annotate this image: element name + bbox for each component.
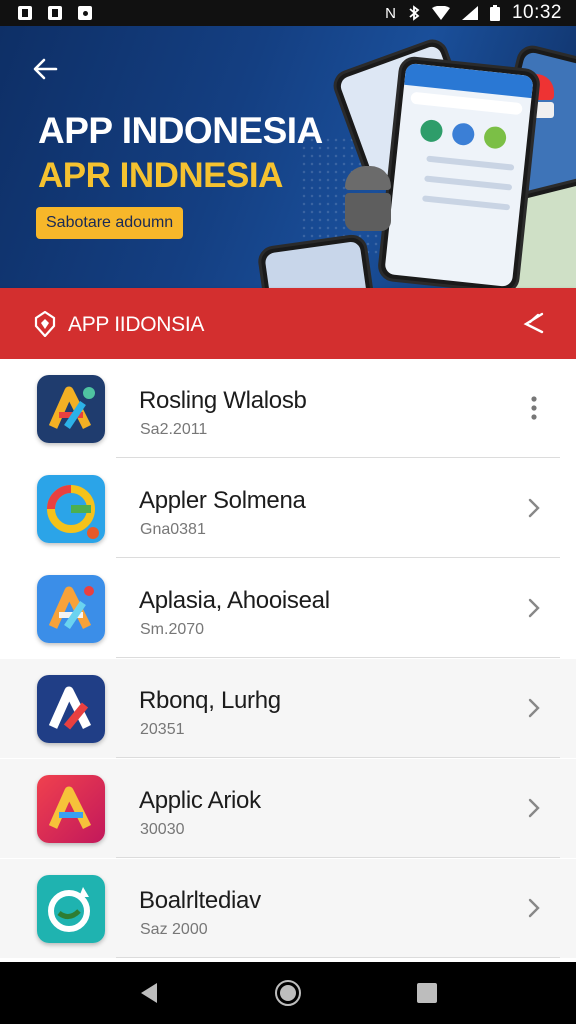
app-meta: Sm.2070	[140, 621, 205, 638]
banner-cta-button[interactable]: Sabotare adoumn	[36, 207, 184, 239]
signal-icon	[461, 6, 478, 20]
more-vert-icon[interactable]	[524, 395, 544, 421]
android-robot-icon	[338, 166, 398, 242]
app-meta: Sa2.2011	[140, 421, 208, 438]
system-nav-bar	[0, 962, 576, 1024]
app-a-icon	[37, 675, 105, 743]
list-item[interactable]: Rosling Wlalosb Sa2.2011	[0, 359, 576, 458]
app-a-icon	[37, 375, 105, 443]
divider	[116, 957, 560, 958]
chevron-right-icon[interactable]	[524, 595, 544, 621]
divider	[116, 757, 560, 758]
app-name: Applic Ariok	[139, 787, 261, 814]
chevron-right-icon[interactable]	[524, 495, 544, 521]
app-name: Rosling Wlalosb	[139, 387, 307, 414]
app-meta: Saz 2000	[140, 921, 208, 938]
list-item[interactable]: Appler Solmena Gna0381	[0, 459, 576, 558]
chevron-right-icon[interactable]	[524, 695, 544, 721]
app-chat-icon	[37, 875, 105, 943]
nav-back-icon[interactable]	[129, 973, 169, 1013]
app-g-icon	[37, 475, 105, 543]
nfc-icon: N	[385, 4, 396, 22]
app-bar-title: APP IIDONSIA	[68, 313, 205, 336]
banner-phone-mockup	[376, 55, 542, 288]
share-icon[interactable]	[520, 310, 546, 336]
list-item[interactable]: Aplasia, Ahooiseal Sm.2070	[0, 559, 576, 658]
app-a-icon	[37, 575, 105, 643]
app-list: Rosling Wlalosb Sa2.2011 Appler Solmena …	[0, 359, 576, 962]
hero-banner: APP INDONESIA APR INDNESIA Sabotare adou…	[0, 26, 576, 288]
app-name: Rbonq, Lurhg	[139, 687, 281, 714]
divider	[116, 657, 560, 658]
app-meta: 20351	[140, 721, 185, 738]
list-item[interactable]: Rbonq, Lurhg 20351	[0, 659, 576, 758]
notification-n-icon	[18, 6, 32, 20]
banner-title: APP INDONESIA	[38, 110, 323, 151]
notification-a-icon	[48, 6, 62, 20]
chevron-right-icon[interactable]	[524, 795, 544, 821]
notification-photo-icon	[78, 6, 92, 20]
app-name: Aplasia, Ahooiseal	[139, 587, 330, 614]
battery-icon	[489, 5, 500, 21]
banner-subtitle: APR INDNESIA	[38, 156, 283, 195]
wifi-icon	[431, 6, 450, 20]
divider	[116, 857, 560, 858]
app-meta: Gna0381	[140, 521, 206, 538]
status-bar: N 10:32	[0, 0, 576, 26]
divider	[116, 457, 560, 458]
nav-home-icon[interactable]	[268, 973, 308, 1013]
shield-logo-icon	[34, 311, 56, 337]
arrow-left-icon[interactable]	[30, 54, 60, 84]
app-name: Appler Solmena	[139, 487, 306, 514]
app-a-icon	[37, 775, 105, 843]
divider	[116, 557, 560, 558]
app-name: Boalrltediav	[139, 887, 261, 914]
app-bar: APP IIDONSIA	[0, 288, 576, 359]
list-item[interactable]: Applic Ariok 30030	[0, 759, 576, 858]
bluetooth-icon	[409, 5, 420, 21]
list-item[interactable]: Boalrltediav Saz 2000	[0, 859, 576, 958]
status-time: 10:32	[511, 2, 562, 23]
nav-recents-icon[interactable]	[407, 973, 447, 1013]
chevron-right-icon[interactable]	[524, 895, 544, 921]
app-meta: 30030	[140, 821, 185, 838]
